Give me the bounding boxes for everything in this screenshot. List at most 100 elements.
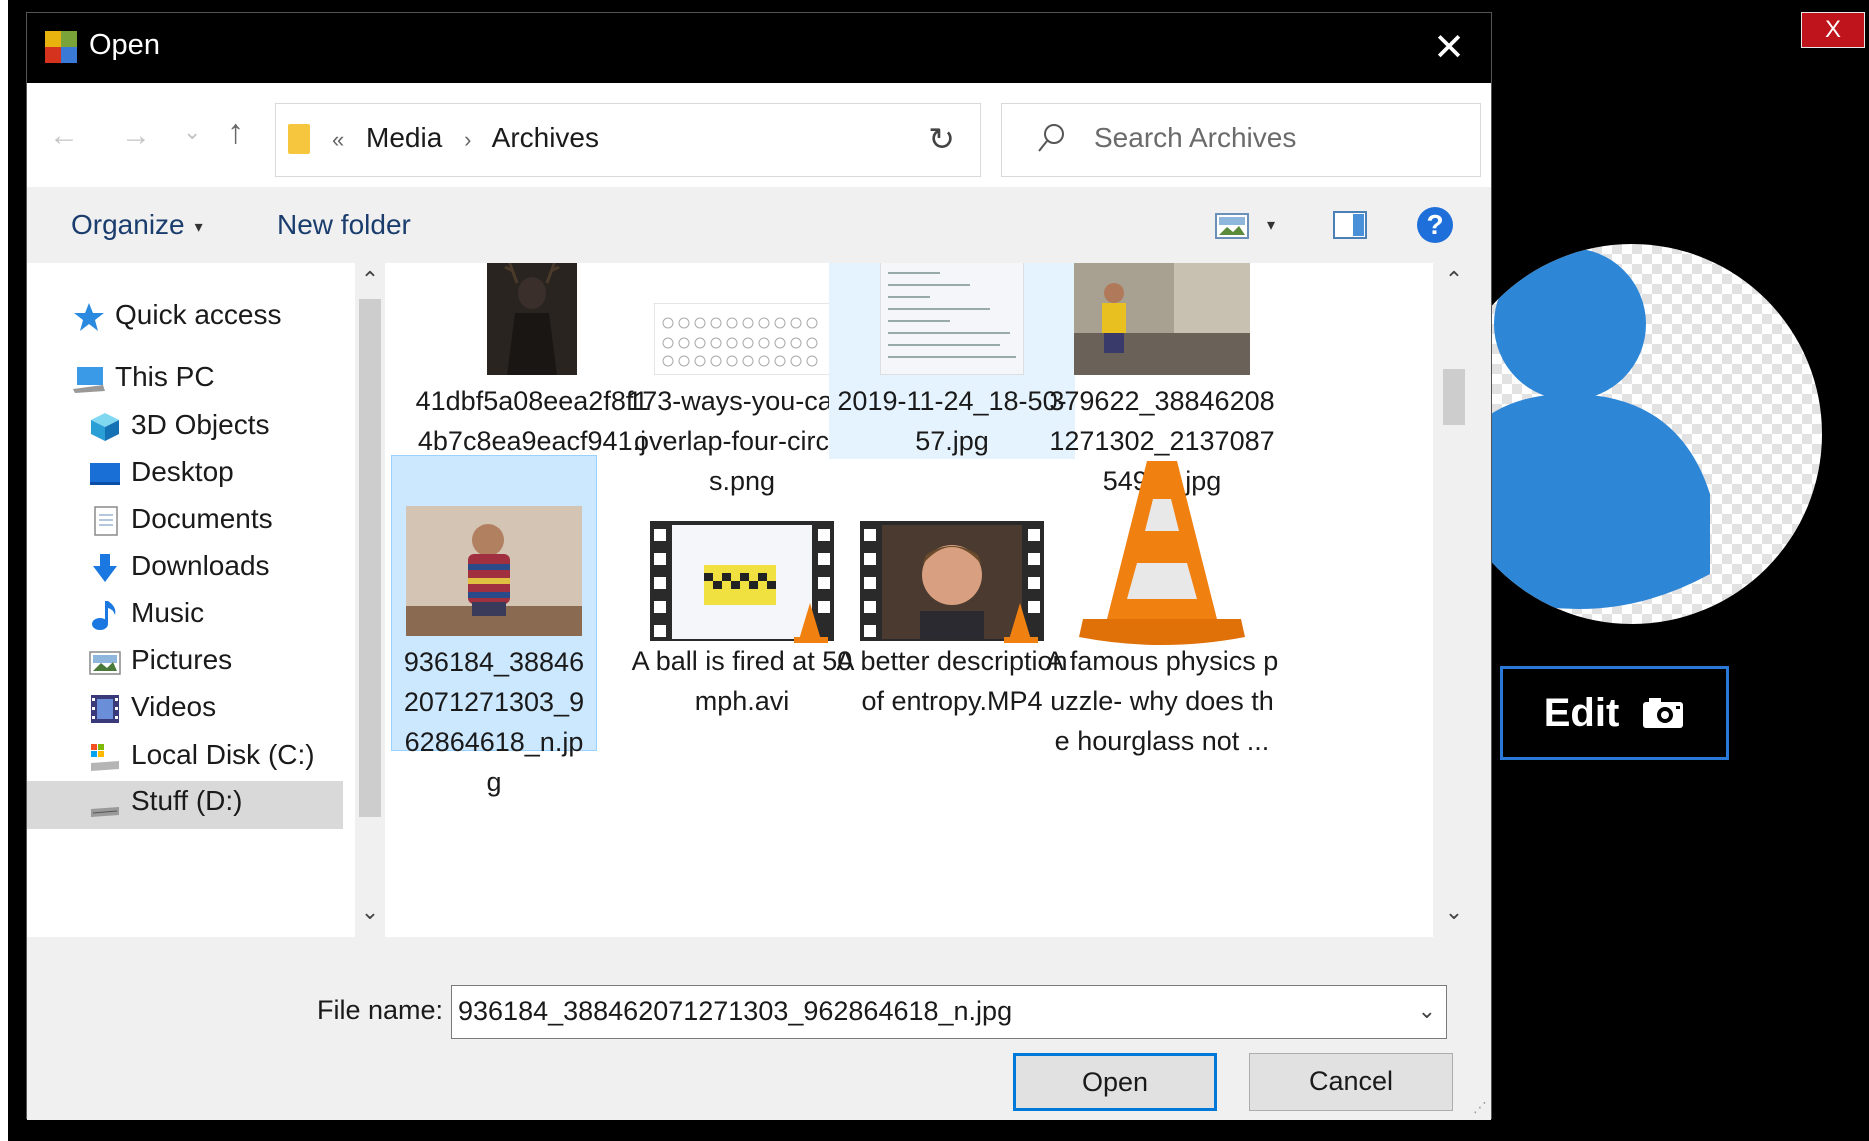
download-icon xyxy=(93,554,117,582)
file-name-combobox[interactable]: ⌄ xyxy=(451,985,1447,1039)
pictures-icon xyxy=(89,651,121,675)
command-bar: Organize ▾ New folder ▾ ? xyxy=(27,187,1491,263)
help-icon[interactable]: ? xyxy=(1417,207,1453,243)
file-item[interactable]: 936184_388462071271303_962864618_n.jpg xyxy=(391,455,597,797)
sidebar-item-label: 3D Objects xyxy=(131,409,270,440)
resize-grip-icon[interactable]: ⋰ xyxy=(1473,1099,1487,1116)
breadcrumb-overflow[interactable]: « xyxy=(332,127,344,152)
back-arrow-icon[interactable]: ← xyxy=(49,119,79,153)
folder-icon xyxy=(288,124,310,154)
sidebar-item-3d-objects[interactable]: 3D Objects xyxy=(89,405,343,453)
breadcrumb-separator[interactable]: › xyxy=(464,127,471,152)
file-name: A famous physics puzzle- why does the ho… xyxy=(1045,646,1279,756)
chevron-down-icon[interactable]: ⌄ xyxy=(1418,998,1436,1024)
refresh-button[interactable]: ↻ xyxy=(903,103,981,177)
recent-locations-icon[interactable]: ⌄ xyxy=(183,119,201,145)
sidebar-item-label: Stuff (D:) xyxy=(131,785,243,816)
sidebar-item-label: Videos xyxy=(131,691,217,722)
image-thumbnail-icon xyxy=(406,506,582,636)
breadcrumb-archives[interactable]: Archives xyxy=(492,122,599,153)
edit-avatar-button[interactable]: Edit xyxy=(1500,666,1729,760)
profile-avatar xyxy=(1442,244,1822,624)
search-box[interactable] xyxy=(1001,103,1481,177)
sidebar-item-local-disk-c[interactable]: Local Disk (C:) xyxy=(89,735,343,783)
file-list-scrollbar[interactable]: ⌃ ⌄ xyxy=(1433,263,1475,937)
edit-label: Edit xyxy=(1543,690,1620,735)
app-close-button[interactable]: X xyxy=(1801,12,1865,48)
organize-button[interactable]: Organize ▾ xyxy=(71,209,203,241)
preview-pane-icon[interactable] xyxy=(1333,211,1367,239)
sidebar-item-label: Pictures xyxy=(131,644,233,675)
scroll-thumb[interactable] xyxy=(1443,369,1465,425)
drive-icon xyxy=(91,807,119,817)
organize-caret-icon: ▾ xyxy=(194,218,203,236)
close-icon[interactable]: ✕ xyxy=(1427,25,1471,70)
file-name: 936184_388462071271303_962864618_n.jpg xyxy=(403,647,585,797)
sidebar-item-label: Local Disk (C:) xyxy=(131,739,315,770)
scroll-down-icon[interactable]: ⌄ xyxy=(359,899,381,925)
person-icon xyxy=(1442,248,1710,609)
cancel-button[interactable]: Cancel xyxy=(1249,1053,1453,1111)
sidebar-item-pictures[interactable]: Pictures xyxy=(89,640,343,688)
view-options-caret-icon[interactable]: ▾ xyxy=(1267,215,1275,235)
organize-label: Organize xyxy=(71,209,185,240)
breadcrumb-media[interactable]: Media xyxy=(366,122,442,153)
sidebar-item-documents[interactable]: Documents xyxy=(89,499,343,547)
navigation-pane: Quick access This PC 3D Objects Desktop … xyxy=(27,263,355,937)
image-thumbnail-icon xyxy=(654,303,830,375)
forward-arrow-icon[interactable]: → xyxy=(121,119,151,153)
scroll-up-icon[interactable]: ⌃ xyxy=(1441,267,1467,293)
sidebar-item-quick-access[interactable]: Quick access xyxy=(73,295,343,343)
sidebar-item-label: Desktop xyxy=(131,456,234,487)
scroll-up-icon[interactable]: ⌃ xyxy=(359,267,381,293)
sidebar-item-label: This PC xyxy=(115,361,215,392)
camera-icon xyxy=(1643,698,1684,728)
new-folder-button[interactable]: New folder xyxy=(277,209,411,241)
music-icon xyxy=(92,601,116,630)
sidebar-item-label: Music xyxy=(131,597,205,628)
video-thumbnail-icon xyxy=(860,521,1044,643)
refresh-icon: ↻ xyxy=(928,121,955,157)
background-window-edge xyxy=(0,0,8,1141)
star-icon xyxy=(74,303,104,331)
desktop-icon xyxy=(90,463,120,485)
search-icon xyxy=(1038,124,1064,152)
open-button[interactable]: Open xyxy=(1013,1053,1217,1111)
dialog-title: Open xyxy=(89,29,160,61)
sidebar-item-desktop[interactable]: Desktop xyxy=(89,452,343,500)
sidebar-item-label: Downloads xyxy=(131,550,270,581)
sidebar-item-music[interactable]: Music xyxy=(89,593,343,641)
sidebar-item-videos[interactable]: Videos xyxy=(89,687,343,735)
file-list: 41dbf5a08eea2f8f14b7c8ea9eacf941.jpg 173… xyxy=(385,263,1433,937)
scroll-down-icon[interactable]: ⌄ xyxy=(1441,899,1467,925)
up-arrow-icon[interactable]: ↑ xyxy=(227,113,244,152)
search-input[interactable] xyxy=(1094,122,1464,154)
vlc-cone-icon xyxy=(1079,461,1245,645)
file-item[interactable]: A famous physics puzzle- why does the ho… xyxy=(1039,455,1285,785)
image-thumbnail-icon xyxy=(487,263,577,375)
file-name-input[interactable] xyxy=(458,996,1358,1027)
open-file-dialog: Open ✕ ← → ⌄ ↑ « Media › Archives ⌄ ↻ xyxy=(26,12,1492,1120)
sidebar-item-downloads[interactable]: Downloads xyxy=(89,546,343,594)
drive-icon xyxy=(91,744,119,771)
view-mode-icon[interactable] xyxy=(1215,213,1249,239)
navigation-bar: ← → ⌄ ↑ « Media › Archives ⌄ ↻ xyxy=(27,83,1491,187)
navigation-scrollbar[interactable]: ⌃ ⌄ xyxy=(355,263,385,937)
video-thumbnail-icon xyxy=(650,521,834,643)
cube-icon xyxy=(91,413,119,441)
app-icon xyxy=(45,31,77,63)
image-thumbnail-icon xyxy=(880,263,1024,375)
scroll-thumb[interactable] xyxy=(359,299,381,817)
title-bar: Open ✕ xyxy=(27,13,1491,83)
sidebar-item-label: Quick access xyxy=(115,299,282,330)
sidebar-item-stuff-d[interactable]: Stuff (D:) xyxy=(27,781,343,829)
breadcrumb: « Media › Archives xyxy=(332,122,599,154)
sidebar-item-this-pc[interactable]: This PC xyxy=(73,357,343,405)
computer-icon xyxy=(73,367,105,393)
video-icon xyxy=(91,695,119,723)
document-icon xyxy=(94,506,118,536)
file-name-label: File name: xyxy=(317,995,444,1025)
address-bar[interactable]: « Media › Archives ⌄ xyxy=(275,103,980,177)
sidebar-item-label: Documents xyxy=(131,503,273,534)
image-thumbnail-icon xyxy=(1074,263,1250,375)
